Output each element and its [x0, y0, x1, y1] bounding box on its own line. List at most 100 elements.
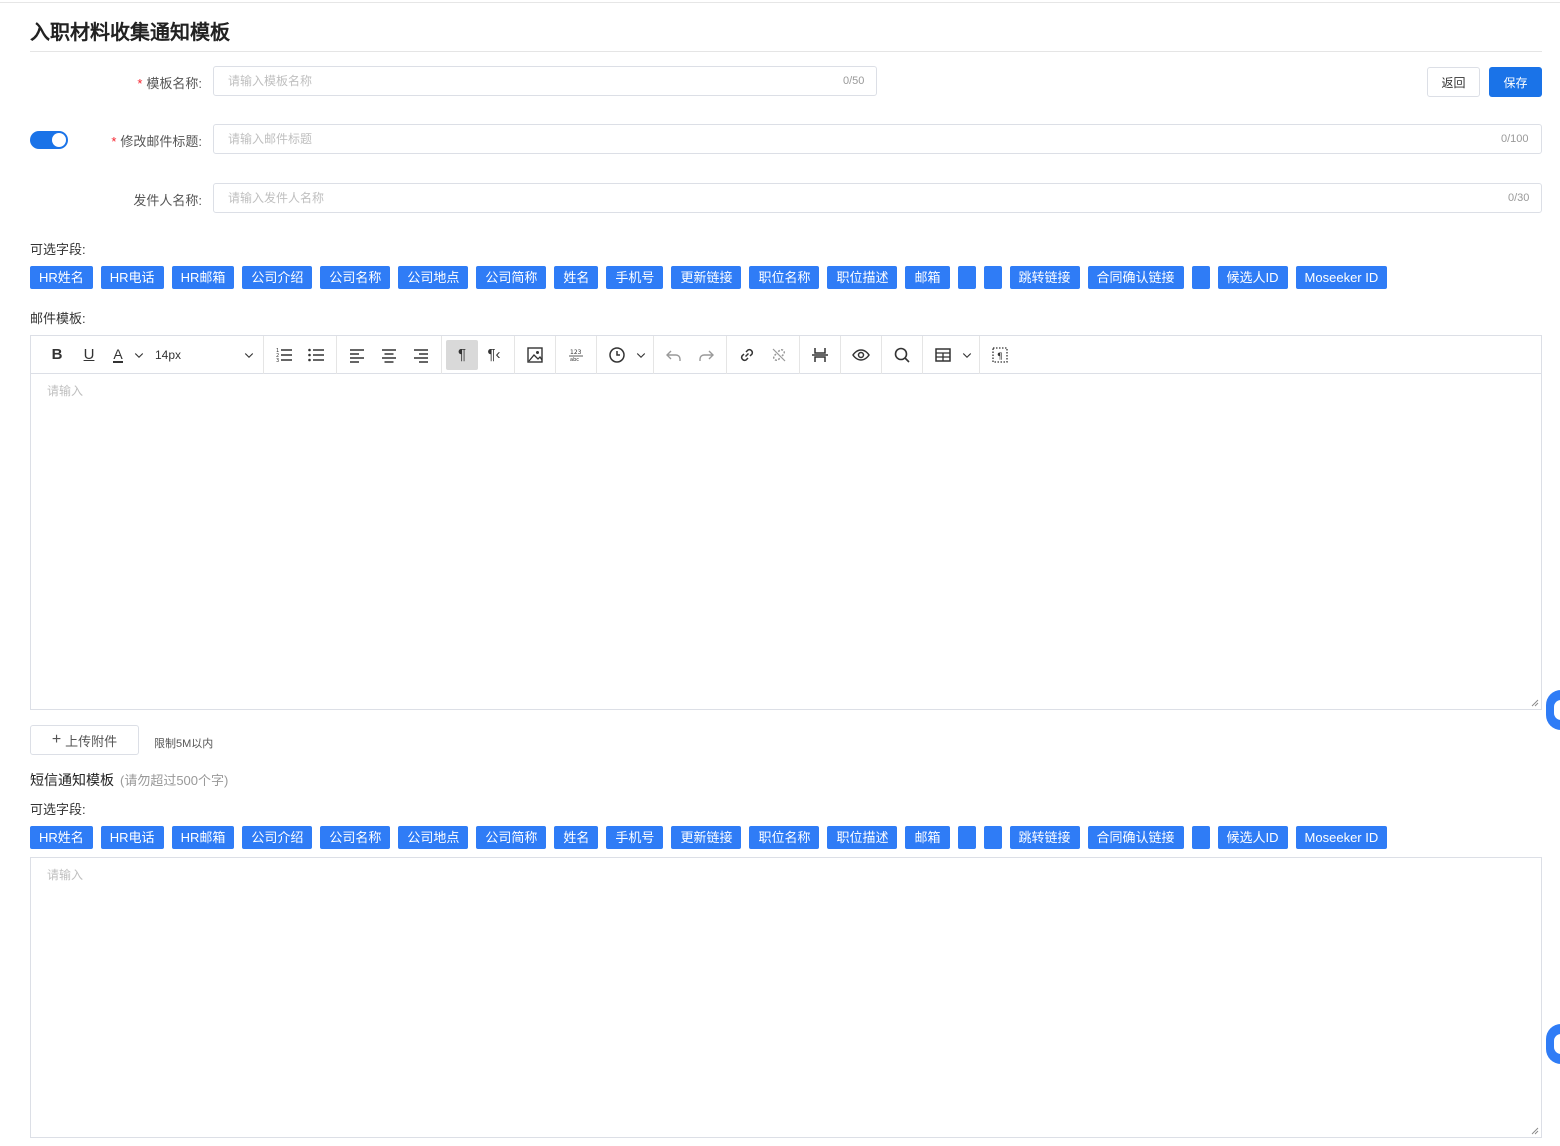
sms-field-tag[interactable]: HR电话 — [100, 826, 164, 849]
spellcheck-button[interactable]: 123 abc — [560, 340, 592, 370]
sms-field-tag[interactable]: 合同确认链接 — [1087, 826, 1184, 849]
unlink-icon — [772, 348, 786, 361]
required-mark: * — [137, 76, 143, 91]
sender-name-input[interactable] — [213, 183, 1542, 213]
toolbar-group-text: B U A 14px — [37, 335, 264, 374]
email-field-tag[interactable]: 更新链接 — [671, 266, 742, 289]
sms-field-tag[interactable]: 公司名称 — [320, 826, 391, 849]
link-button[interactable] — [731, 340, 763, 370]
image-button[interactable] — [519, 340, 551, 370]
floating-assistant-button[interactable] — [1546, 690, 1560, 730]
email-field-tag[interactable]: 职位描述 — [827, 266, 898, 289]
sms-field-tag[interactable] — [1191, 826, 1210, 849]
email-field-tag[interactable]: 姓名 — [554, 266, 599, 289]
email-field-tag[interactable]: 公司介绍 — [242, 266, 313, 289]
resize-handle-icon[interactable] — [1531, 699, 1539, 707]
sms-field-tag[interactable]: HR邮箱 — [171, 826, 235, 849]
email-field-tag[interactable]: HR邮箱 — [171, 266, 235, 289]
font-size-select[interactable]: 14px — [147, 340, 259, 370]
ltr-icon: ¶ — [457, 346, 467, 363]
email-field-tag[interactable]: 公司地点 — [398, 266, 469, 289]
sms-body-editor[interactable]: 请输入 — [31, 858, 1541, 1128]
page-break-button[interactable] — [804, 340, 836, 370]
email-field-tag[interactable] — [983, 266, 1002, 289]
link-icon — [740, 348, 754, 361]
toolbar-group-search — [882, 335, 923, 374]
insert-time-dropdown[interactable] — [633, 340, 649, 370]
toolbar-group-spell: 123 abc — [556, 335, 597, 374]
sms-field-tag[interactable]: 公司介绍 — [242, 826, 313, 849]
ordered-list-button[interactable]: 123 — [268, 340, 300, 370]
align-right-button[interactable] — [405, 340, 437, 370]
top-border — [0, 2, 1560, 3]
sms-field-tag[interactable] — [983, 826, 1002, 849]
show-blocks-button[interactable]: ¶ — [984, 340, 1016, 370]
email-field-tag[interactable]: Moseeker ID — [1295, 266, 1388, 289]
align-center-button[interactable] — [373, 340, 405, 370]
sms-field-tag[interactable] — [957, 826, 976, 849]
email-subject-input[interactable] — [213, 124, 1542, 154]
sms-field-tag[interactable]: 跳转链接 — [1009, 826, 1080, 849]
unlink-button[interactable] — [763, 340, 795, 370]
floating-assistant-button[interactable] — [1546, 1024, 1560, 1064]
svg-text:¶: ¶ — [997, 352, 1003, 362]
preview-button[interactable] — [845, 340, 877, 370]
ltr-button[interactable]: ¶ — [446, 339, 478, 370]
email-field-tag[interactable]: 候选人ID — [1217, 266, 1288, 289]
font-color-button[interactable]: A — [105, 340, 131, 370]
sms-field-tag[interactable]: 候选人ID — [1217, 826, 1288, 849]
email-field-tag[interactable]: HR姓名 — [30, 266, 93, 289]
sms-field-tag[interactable]: 职位名称 — [749, 826, 820, 849]
align-right-icon — [414, 348, 428, 363]
insert-time-button[interactable] — [601, 340, 633, 370]
undo-button[interactable] — [658, 340, 690, 370]
sms-template-title: 短信通知模板 (请勿超过500个字) — [30, 772, 229, 788]
toolbar-group-link — [727, 335, 800, 374]
toolbar-group-align — [337, 335, 442, 374]
sms-field-tag[interactable]: 公司简称 — [476, 826, 547, 849]
email-field-tag[interactable]: 公司简称 — [476, 266, 547, 289]
table-button[interactable] — [927, 340, 959, 370]
redo-button[interactable] — [690, 340, 722, 370]
back-button[interactable]: 返回 — [1427, 67, 1480, 97]
table-dropdown[interactable] — [959, 340, 975, 370]
sender-name-label: 发件人名称: — [133, 193, 202, 208]
page-break-icon — [812, 347, 828, 362]
upload-attachment-button[interactable]: + 上传附件 — [30, 725, 139, 755]
email-field-tag[interactable]: HR电话 — [100, 266, 164, 289]
email-field-tag[interactable]: 公司名称 — [320, 266, 391, 289]
email-subject-label: * 修改邮件标题: — [111, 134, 202, 149]
sms-field-tag[interactable]: HR姓名 — [30, 826, 93, 849]
search-replace-button[interactable] — [886, 340, 918, 370]
email-body-editor[interactable]: 请输入 — [31, 374, 1541, 708]
rtl-button[interactable]: ¶‹ — [478, 340, 510, 370]
resize-handle-icon[interactable] — [1531, 1127, 1539, 1135]
sms-field-tag[interactable]: 公司地点 — [398, 826, 469, 849]
bullet-list-button[interactable] — [300, 340, 332, 370]
align-left-button[interactable] — [341, 340, 373, 370]
email-field-tag[interactable]: 邮箱 — [905, 266, 950, 289]
save-button[interactable]: 保存 — [1489, 67, 1542, 97]
sms-field-tag[interactable]: 职位描述 — [827, 826, 898, 849]
underline-button[interactable]: U — [73, 340, 105, 370]
template-name-label: * 模板名称: — [137, 76, 202, 91]
email-field-tag[interactable]: 跳转链接 — [1009, 266, 1080, 289]
sms-field-tag[interactable]: 更新链接 — [671, 826, 742, 849]
svg-text:123: 123 — [570, 349, 582, 356]
email-field-tag[interactable]: 手机号 — [606, 266, 664, 289]
template-name-input[interactable] — [213, 66, 877, 96]
font-color-dropdown[interactable] — [131, 340, 147, 370]
email-field-tag[interactable] — [957, 266, 976, 289]
email-subject-counter: 0/100 — [1501, 133, 1529, 145]
email-field-tag[interactable]: 合同确认链接 — [1087, 266, 1184, 289]
sms-field-tag[interactable]: Moseeker ID — [1295, 826, 1388, 849]
chevron-down-icon — [244, 352, 254, 358]
sms-field-tag[interactable]: 手机号 — [606, 826, 664, 849]
email-field-tag[interactable] — [1191, 266, 1210, 289]
sms-length-hint: (请勿超过500个字) — [120, 773, 229, 788]
sms-field-tag[interactable]: 邮箱 — [905, 826, 950, 849]
sms-field-tag[interactable]: 姓名 — [554, 826, 599, 849]
email-field-tag[interactable]: 职位名称 — [749, 266, 820, 289]
align-left-icon — [350, 348, 364, 363]
bold-button[interactable]: B — [41, 340, 73, 370]
